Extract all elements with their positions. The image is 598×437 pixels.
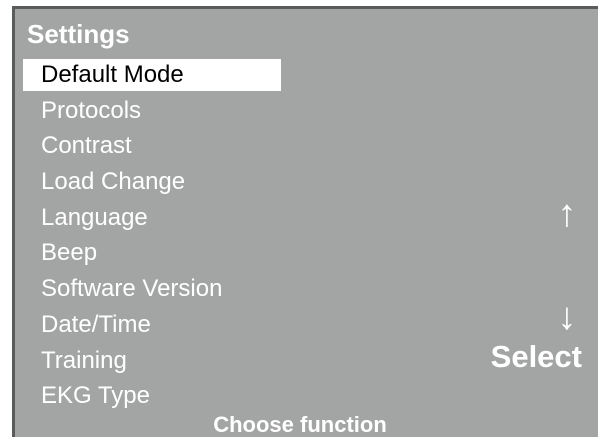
menu-item-training[interactable]: Training [23,345,281,381]
screen-title: Settings [27,19,130,49]
menu-item-software-version[interactable]: Software Version [23,273,281,309]
settings-screen: Settings Default Mode Protocols Contrast… [12,6,598,437]
settings-menu: Default Mode Protocols Contrast Load Cha… [23,59,281,416]
menu-item-load-change[interactable]: Load Change [23,166,281,202]
arrow-up-icon[interactable]: ↑ [547,195,587,233]
select-button[interactable]: Select [491,339,582,375]
menu-item-ekg-type[interactable]: EKG Type [23,380,281,416]
status-hint: Choose function [213,412,387,437]
menu-item-language[interactable]: Language [23,202,281,238]
menu-item-contrast[interactable]: Contrast [23,130,281,166]
menu-item-default-mode[interactable]: Default Mode [23,59,281,91]
arrow-down-icon[interactable]: ↓ [547,298,587,336]
menu-item-beep[interactable]: Beep [23,237,281,273]
menu-item-date-time[interactable]: Date/Time [23,309,281,345]
menu-item-protocols[interactable]: Protocols [23,95,281,131]
